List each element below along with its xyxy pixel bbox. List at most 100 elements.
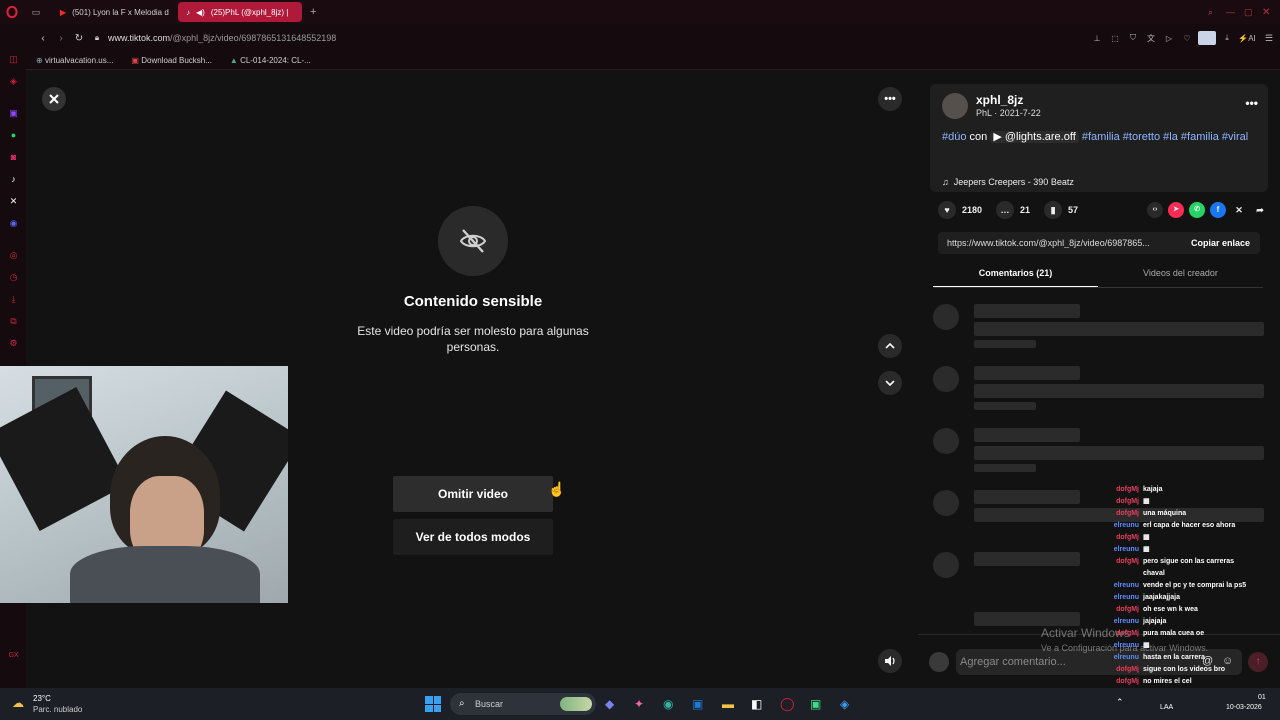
card-more-button[interactable]: •••: [1245, 96, 1258, 110]
start-button[interactable]: [425, 696, 441, 712]
watch-anyway-button[interactable]: Ver de todos modos: [393, 519, 553, 555]
history-icon[interactable]: ◷: [8, 272, 19, 283]
hashtag[interactable]: #viral: [1222, 131, 1248, 143]
shopping-icon[interactable]: ◫: [8, 54, 19, 65]
skip-video-button[interactable]: Omitir video: [393, 476, 553, 512]
embed-icon[interactable]: ‹›: [1147, 202, 1163, 218]
avatar[interactable]: [942, 93, 968, 119]
whatsapp-share-icon[interactable]: ✆: [1189, 202, 1205, 218]
next-video-button[interactable]: [878, 371, 902, 395]
extensions-icon[interactable]: ⧉: [8, 316, 19, 327]
speaker-icon: [885, 656, 895, 666]
chat-message: elreunu hasta en la carrera: [1083, 652, 1279, 664]
share-more-icon[interactable]: ➦: [1252, 202, 1268, 218]
opera-menu-icon[interactable]: [0, 0, 24, 24]
new-tab-button[interactable]: +: [310, 6, 316, 18]
url-field[interactable]: www.tiktok.com/@xphl_8jz/video/698786513…: [108, 33, 336, 43]
app-icon[interactable]: ▣: [810, 697, 821, 711]
hashtag[interactable]: #familia: [1082, 131, 1120, 143]
tiktok-icon[interactable]: ♪: [8, 174, 19, 185]
heart-icon[interactable]: ♡: [1178, 34, 1196, 43]
download-icon[interactable]: ⤓: [1218, 33, 1236, 43]
comment-count-button[interactable]: … 21: [996, 201, 1030, 219]
facebook-share-icon[interactable]: f: [1210, 202, 1226, 218]
edge-icon[interactable]: ◉: [663, 697, 673, 711]
tab-creator-videos[interactable]: Videos del creador: [1098, 268, 1263, 278]
like-button[interactable]: ♥ 2180: [938, 201, 982, 219]
more-options-button[interactable]: •••: [878, 87, 902, 111]
volume-button[interactable]: [878, 649, 902, 673]
bookmark-item[interactable]: ▲ CL-014-2024: CL-...: [230, 56, 311, 65]
taskbar-search[interactable]: ⌕ Buscar: [450, 693, 596, 715]
ai-icon[interactable]: ⚡AI: [1236, 34, 1258, 43]
url-path: /@xphl_8jz/video/6987865131648552198: [170, 33, 337, 43]
send-to-friends-icon[interactable]: ➤: [1168, 202, 1184, 218]
adblock-icon[interactable]: ⛉: [1124, 33, 1142, 43]
copilot-icon[interactable]: ✦: [634, 697, 644, 711]
close-video-button[interactable]: [42, 87, 66, 111]
whatsapp-icon[interactable]: ●: [8, 130, 19, 141]
tray-date[interactable]: 10-03-2026: [1226, 704, 1262, 711]
chat-text: kajaja: [1143, 486, 1163, 493]
hashtag[interactable]: #la: [1163, 131, 1178, 143]
chat-message: dofgMj pura mala cuea oe: [1083, 628, 1279, 640]
workspaces-icon[interactable]: ▭: [24, 2, 48, 22]
tab-tiktok[interactable]: ♪ ◀) (25)PhL (@xphl_8jz) |: [178, 2, 302, 22]
extension-icon[interactable]: [1198, 31, 1216, 45]
music-link[interactable]: ♫ Jeepers Creepers - 390 Beatz: [942, 177, 1074, 187]
hashtag[interactable]: #dúo: [942, 131, 966, 143]
app-icon[interactable]: ◈: [840, 697, 849, 711]
search-icon: ⌕: [459, 698, 465, 709]
easy-setup-icon[interactable]: ☰: [1258, 33, 1280, 44]
instagram-icon[interactable]: ◙: [8, 152, 19, 163]
weather-widget[interactable]: ☁ 23°C Parc. nublado: [12, 692, 112, 716]
file-explorer-icon[interactable]: ▬: [722, 697, 734, 711]
chat-username: [1083, 568, 1139, 580]
bookmark-favicon-icon: ▣: [131, 56, 139, 65]
chat-text: ▦: [1143, 642, 1150, 649]
tray-time[interactable]: 01: [1258, 694, 1266, 701]
mention-chip[interactable]: ▶ @lights.are.off: [990, 131, 1079, 143]
x-icon[interactable]: ✕: [8, 196, 19, 207]
previous-video-button[interactable]: [878, 334, 902, 358]
store-icon[interactable]: ◧: [751, 697, 762, 711]
player-icon[interactable]: ◎: [8, 250, 19, 261]
tray-lang[interactable]: LAA: [1160, 704, 1173, 711]
close-window-button[interactable]: ✕: [1262, 7, 1280, 18]
bookmark-item[interactable]: ⊕ virtualvacation.us...: [36, 56, 113, 65]
hashtag[interactable]: #familia: [1181, 131, 1219, 143]
teams-icon[interactable]: ◆: [605, 697, 614, 711]
minimize-button[interactable]: —: [1226, 7, 1244, 17]
translate-icon[interactable]: 文: [1142, 33, 1160, 44]
chat-username: dofgMj: [1116, 534, 1139, 541]
tray-chevron-icon[interactable]: ⌃: [1116, 697, 1124, 708]
copy-link-button[interactable]: Copiar enlace: [1181, 238, 1260, 248]
back-icon[interactable]: ‹: [34, 33, 52, 44]
maximize-button[interactable]: ▢: [1244, 7, 1262, 18]
player-icon[interactable]: ▷: [1160, 34, 1178, 43]
hashtag[interactable]: #toretto: [1123, 131, 1160, 143]
bookmark-item[interactable]: ▣ Download Bucksh...: [131, 56, 212, 65]
twitch-icon[interactable]: ▣: [8, 108, 19, 119]
tab-youtube[interactable]: ▶ (501) Lyon la F x Melodia d: [52, 2, 174, 22]
search-tabs-icon[interactable]: ⌕: [1208, 7, 1226, 18]
share-link-text[interactable]: https://www.tiktok.com/@xphl_8jz/video/6…: [938, 238, 1181, 248]
tab-comments[interactable]: Comentarios (21): [933, 268, 1098, 278]
outlook-icon[interactable]: ▣: [692, 697, 703, 711]
downloads-icon[interactable]: ⤓: [8, 294, 19, 305]
author-username[interactable]: xphl_8jz: [976, 93, 1023, 107]
speaker-icon[interactable]: ◀): [196, 8, 205, 17]
forward-icon[interactable]: ›: [52, 33, 70, 44]
author-meta: PhL · 2021-7-22: [976, 108, 1041, 118]
chat-username: dofgMj: [1116, 666, 1139, 673]
opera-gx-icon[interactable]: ◯: [780, 696, 795, 712]
messenger-icon[interactable]: ◈: [8, 76, 19, 87]
save-button[interactable]: ▮ 57: [1044, 201, 1078, 219]
reload-icon[interactable]: ↻: [70, 33, 88, 44]
gx-icon[interactable]: GX: [8, 650, 19, 661]
snapshot-icon[interactable]: ⬚: [1106, 34, 1124, 43]
x-share-icon[interactable]: ✕: [1231, 202, 1247, 218]
settings-icon[interactable]: ⚙: [8, 338, 19, 349]
discord-icon[interactable]: ◉: [8, 218, 19, 229]
pin-icon[interactable]: ⊥: [1088, 34, 1106, 43]
